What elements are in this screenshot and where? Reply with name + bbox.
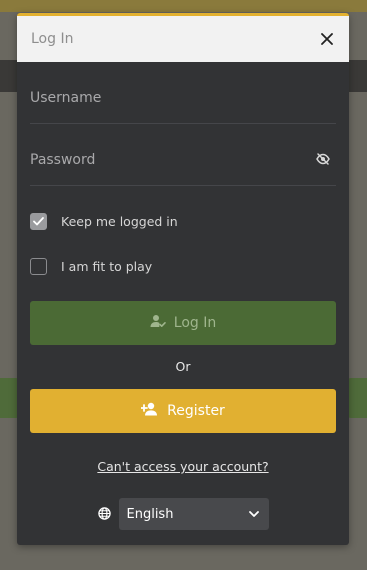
login-button[interactable]: Log In: [30, 301, 336, 345]
background-button-right: [347, 378, 367, 418]
keep-logged-in-row: Keep me logged in: [30, 212, 336, 230]
eye-slash-icon[interactable]: [316, 140, 334, 169]
fit-to-play-checkbox[interactable]: [30, 257, 47, 275]
password-input[interactable]: [30, 141, 290, 168]
user-plus-icon: [140, 402, 159, 420]
or-divider: Or: [175, 359, 191, 374]
modal-header: Log In: [17, 16, 349, 62]
password-field-row: [30, 124, 336, 186]
language-select[interactable]: English: [118, 498, 269, 530]
keep-logged-in-checkbox[interactable]: [30, 212, 47, 230]
fit-to-play-row: I am fit to play: [30, 257, 336, 275]
modal-body: Keep me logged in I am fit to play Log I…: [17, 62, 349, 530]
login-button-label: Log In: [173, 315, 217, 331]
login-modal: Log In Keep me logged in: [17, 13, 349, 545]
user-check-icon: [150, 314, 166, 332]
background-header-strip: [0, 0, 367, 12]
register-button-label: Register: [167, 403, 225, 419]
username-input[interactable]: [30, 79, 290, 106]
forgot-account-link[interactable]: Can't access your account?: [30, 459, 336, 474]
register-button[interactable]: Register: [30, 389, 336, 433]
chevron-down-icon: [248, 507, 259, 522]
fit-to-play-label: I am fit to play: [61, 258, 153, 274]
keep-logged-in-label: Keep me logged in: [61, 213, 178, 229]
modal-title: Log In: [31, 31, 74, 47]
globe-icon: [97, 505, 111, 524]
username-field-row: [30, 62, 336, 124]
close-icon[interactable]: [317, 29, 337, 49]
language-row: English: [30, 498, 336, 530]
language-selected-value: English: [126, 506, 174, 522]
